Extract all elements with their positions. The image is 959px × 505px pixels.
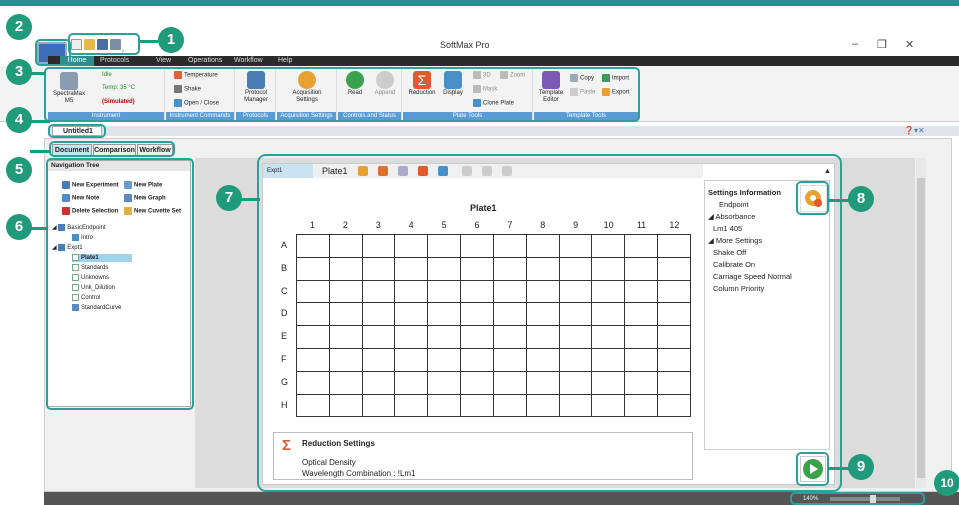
callout-arrow: [240, 198, 260, 201]
callout-box-7: [257, 154, 842, 492]
callout-arrow: [30, 227, 48, 230]
callout-arrow: [828, 467, 850, 470]
callout-number-1: 1: [158, 27, 184, 53]
minimize-button[interactable]: –: [852, 38, 858, 50]
maximize-button[interactable]: ❐: [877, 38, 887, 51]
callout-number-4: 4: [6, 107, 32, 133]
callout-arrow: [828, 199, 850, 202]
top-accent-bar: [0, 0, 959, 6]
window-title: SoftMax Pro: [440, 40, 490, 50]
callout-number-5: 5: [6, 157, 32, 183]
menu-bar: [48, 56, 959, 66]
callout-arrow: [30, 72, 46, 75]
callout-number-2: 2: [6, 14, 32, 40]
scrollbar-thumb[interactable]: [917, 178, 925, 478]
callout-box-9: [796, 452, 829, 486]
help-icon[interactable]: ❓▾✕: [904, 126, 925, 135]
callout-box-6: [46, 158, 194, 410]
callout-box-8: [796, 181, 829, 215]
callout-arrow: [140, 40, 158, 43]
callout-box-1: [68, 33, 140, 55]
document-tab-bar: [48, 126, 959, 136]
menu-help[interactable]: Help: [278, 57, 292, 64]
callout-number-10: 10: [934, 470, 959, 496]
close-button[interactable]: ✕: [905, 38, 914, 51]
callout-number-7: 7: [216, 185, 242, 211]
callout-number-8: 8: [848, 186, 874, 212]
callout-box-4: [48, 124, 106, 138]
callout-arrow: [30, 150, 50, 153]
callout-box-3: [44, 67, 640, 122]
callout-number-3: 3: [6, 59, 32, 85]
callout-arrow: [30, 120, 50, 123]
callout-box-2: [35, 39, 71, 66]
callout-number-9: 9: [848, 454, 874, 480]
menu-view[interactable]: View: [156, 57, 171, 64]
callout-box-10: [790, 492, 925, 505]
menu-operations[interactable]: Operations: [188, 57, 222, 64]
callout-box-5: [49, 141, 175, 157]
callout-number-6: 6: [6, 214, 32, 240]
menu-workflow[interactable]: Workflow: [234, 57, 263, 64]
menu-protocols[interactable]: Protocols: [100, 57, 129, 64]
